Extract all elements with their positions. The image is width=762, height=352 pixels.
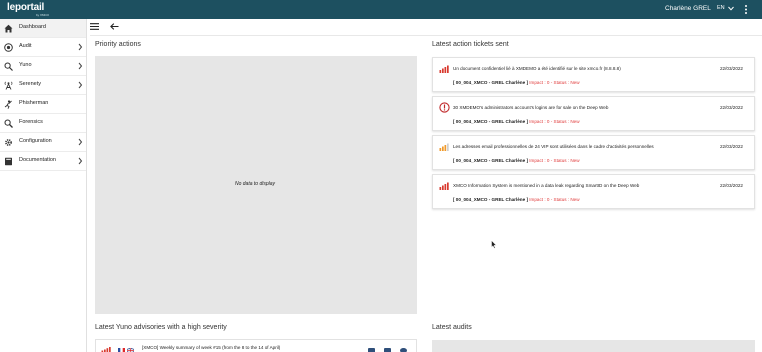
sidebar-item-configuration[interactable]: Configuration xyxy=(0,133,86,152)
ticket-title: Les adresses email professionnelles de 2… xyxy=(453,144,654,149)
ticket-status: Impact : 0 - Status : New xyxy=(529,80,580,85)
chevron-right-icon xyxy=(78,81,83,89)
ticket-meta: [ 00_004_XMCO - GREL Charlène ] Impact :… xyxy=(453,119,580,124)
latest-audits-title: Latest audits xyxy=(432,324,472,331)
severity-high-icon xyxy=(439,65,449,73)
ticket-meta: [ 00_004_XMCO - GREL Charlène ] Impact :… xyxy=(453,197,580,202)
ticket-ref: [ 00_004_XMCO - GREL Charlène ] xyxy=(453,80,528,85)
audit-icon xyxy=(4,43,13,52)
french-flag-icon xyxy=(118,348,125,352)
gear-icon xyxy=(5,139,12,146)
book-icon xyxy=(5,157,12,166)
sidebar-item-label: Documentation xyxy=(19,157,56,163)
advisory-title: [XMCO] Weekly summary of week #15 (from … xyxy=(142,345,281,350)
export-icon[interactable] xyxy=(368,348,375,352)
ticket-card[interactable]: Les adresses email professionnelles de 2… xyxy=(432,135,755,170)
user-name[interactable]: Charlène GREL xyxy=(665,5,711,12)
severity-high-icon xyxy=(439,182,449,190)
back-arrow-icon[interactable] xyxy=(110,23,119,30)
severity-medium-icon xyxy=(439,143,449,151)
top-bar: leportail by XMCO Charlène GREL EN xyxy=(0,0,762,19)
severity-high-icon xyxy=(101,347,111,352)
app-logo[interactable]: leportail xyxy=(7,2,44,13)
ticket-status: Impact : 0 - Status : New xyxy=(529,197,580,202)
latest-tickets-title: Latest action tickets sent xyxy=(432,41,509,48)
ticket-date: 22/03/2022 xyxy=(720,66,743,71)
sidebar-item-label: Audit xyxy=(19,43,32,49)
sidebar: Dashboard Audit Yuno Serenety Phisherman… xyxy=(0,19,87,352)
sidebar-item-phisherman[interactable]: Phisherman xyxy=(0,95,86,114)
chevron-right-icon xyxy=(78,43,83,51)
ticket-status: Impact : 0 - Status : New xyxy=(529,119,580,124)
more-options-icon[interactable] xyxy=(743,4,749,15)
sidebar-item-serenety[interactable]: Serenety xyxy=(0,76,86,95)
empty-state-text: No data to display xyxy=(235,181,276,187)
ticket-meta: [ 00_004_XMCO - GREL Charlène ] Impact :… xyxy=(453,80,580,85)
chevron-down-icon[interactable] xyxy=(728,5,734,12)
phisherman-icon xyxy=(4,100,12,109)
ticket-status: Impact : 0 - Status : New xyxy=(529,158,580,163)
sidebar-item-label: Forensics xyxy=(19,119,43,125)
toolbar-divider xyxy=(90,35,762,36)
yuno-advisories-title: Latest Yuno advisories with a high sever… xyxy=(95,324,227,331)
sidebar-item-label: Phisherman xyxy=(19,100,49,106)
ticket-card[interactable]: Un document confidentiel lié à XMDEMO a … xyxy=(432,57,755,92)
sidebar-item-label: Dashboard xyxy=(19,24,46,30)
ticket-ref: [ 00_004_XMCO - GREL Charlène ] xyxy=(453,197,528,202)
chevron-right-icon xyxy=(78,62,83,70)
menu-icon[interactable] xyxy=(90,23,99,30)
ticket-title: XMCO Information System is mentioned in … xyxy=(453,183,640,188)
ticket-date: 22/03/2022 xyxy=(720,105,743,110)
yuno-advisory-row[interactable]: [XMCO] Weekly summary of week #15 (from … xyxy=(95,339,417,352)
sidebar-item-label: Yuno xyxy=(19,62,32,68)
sidebar-item-dashboard[interactable]: Dashboard xyxy=(0,19,86,38)
priority-actions-title: Priority actions xyxy=(95,41,141,48)
ticket-ref: [ 00_004_XMCO - GREL Charlène ] xyxy=(453,158,528,163)
view-icon[interactable] xyxy=(400,348,407,352)
sidebar-item-yuno[interactable]: Yuno xyxy=(0,57,86,76)
ticket-title: Un document confidentiel lié à XMDEMO a … xyxy=(453,66,621,71)
mouse-cursor-icon xyxy=(491,240,497,249)
sidebar-item-label: Configuration xyxy=(19,138,52,144)
app-logo-subtitle: by XMCO xyxy=(36,13,50,17)
sidebar-item-label: Serenety xyxy=(19,81,42,87)
ticket-title: 30 XMDEMO's administrators account's log… xyxy=(453,105,609,110)
mail-icon[interactable] xyxy=(384,348,391,352)
chevron-right-icon xyxy=(78,157,83,165)
language-selector[interactable]: EN xyxy=(717,5,725,11)
sidebar-item-documentation[interactable]: Documentation xyxy=(0,152,86,171)
sidebar-item-forensics[interactable]: Forensics xyxy=(0,114,86,133)
home-icon xyxy=(4,24,13,33)
sidebar-item-audit[interactable]: Audit xyxy=(0,38,86,57)
yuno-icon xyxy=(4,62,13,71)
ticket-date: 22/03/2022 xyxy=(720,144,743,149)
ticket-ref: [ 00_004_XMCO - GREL Charlène ] xyxy=(453,119,528,124)
ticket-meta: [ 00_004_XMCO - GREL Charlène ] Impact :… xyxy=(453,158,580,163)
magnifier-icon xyxy=(4,119,13,128)
warning-circle-icon xyxy=(439,102,450,113)
ticket-card[interactable]: 30 XMDEMO's administrators account's log… xyxy=(432,96,755,131)
chevron-right-icon xyxy=(78,138,83,146)
antenna-icon xyxy=(4,81,13,90)
ticket-card[interactable]: XMCO Information System is mentioned in … xyxy=(432,174,755,209)
latest-audits-panel xyxy=(432,340,755,352)
ticket-date: 22/03/2022 xyxy=(720,183,743,188)
uk-flag-icon xyxy=(127,348,134,352)
